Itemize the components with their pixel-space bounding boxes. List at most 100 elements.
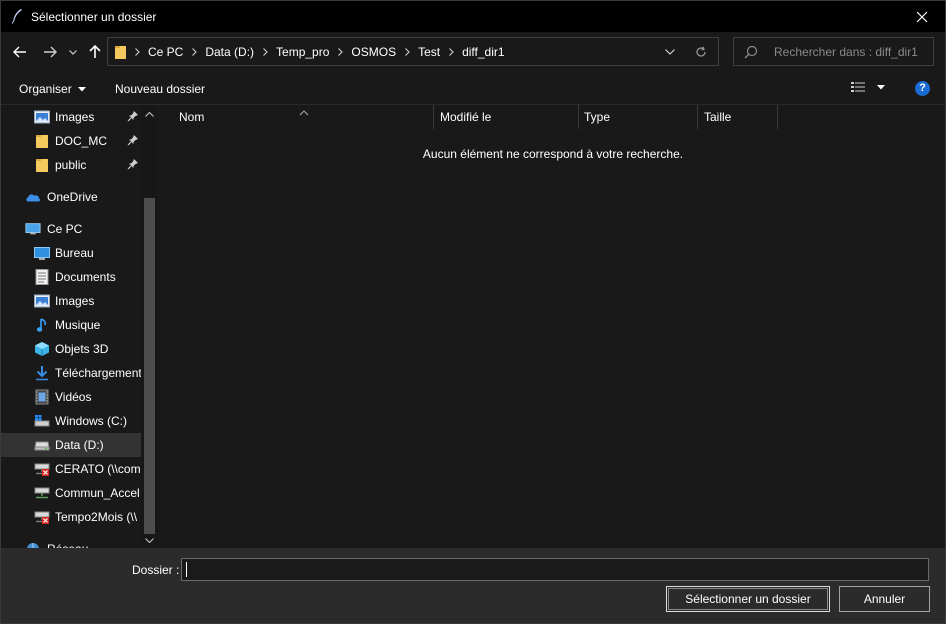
arrow-left-icon <box>13 46 26 58</box>
breadcrumb-item[interactable]: Ce PC <box>142 45 189 59</box>
back-button[interactable] <box>11 41 29 63</box>
change-view-button[interactable] <box>851 81 885 93</box>
forward-button[interactable] <box>41 41 59 63</box>
file-list: Nom Modifié le Type Taille Aucun élément… <box>161 105 945 548</box>
help-button[interactable]: ? <box>915 81 930 96</box>
column-header-modified[interactable]: Modifié le <box>440 105 576 129</box>
chevron-down-icon <box>145 537 154 543</box>
sidebar-item-label: Commun_Accel <box>55 486 140 500</box>
sidebar-item[interactable]: CERATO (\\comr <box>1 457 141 481</box>
breadcrumb: Ce PC Data (D:) Temp_pro OSMOS Test diff_dir1 <box>132 38 511 65</box>
column-divider[interactable] <box>697 105 698 129</box>
windows-drive-icon <box>34 413 50 429</box>
details-view-icon <box>851 82 865 92</box>
sidebar-item-label: Objets 3D <box>55 342 109 356</box>
sidebar-item[interactable]: Images <box>1 105 141 129</box>
sidebar-item[interactable]: Ce PC <box>1 217 141 241</box>
sidebar-item[interactable]: Réseau <box>1 537 141 548</box>
search-icon <box>744 45 758 59</box>
new-folder-button[interactable]: Nouveau dossier <box>115 82 205 96</box>
folder-icon <box>114 44 128 60</box>
column-divider[interactable] <box>777 105 778 129</box>
dialog-footer: Dossier : Sélectionner un dossier Annule… <box>1 548 945 623</box>
sidebar-item-label: Data (D:) <box>55 438 104 452</box>
breadcrumb-item[interactable]: Test <box>412 45 446 59</box>
sidebar-item[interactable]: Téléchargements <box>1 361 141 385</box>
caret-down-icon <box>877 84 885 89</box>
sidebar-item[interactable]: public <box>1 153 141 177</box>
breadcrumb-item[interactable]: Temp_pro <box>270 45 335 59</box>
pin-icon <box>127 134 139 149</box>
breadcrumb-item[interactable]: OSMOS <box>345 45 402 59</box>
sidebar-item-label: Tempo2Mois (\\ <box>55 510 138 524</box>
scroll-down-button[interactable] <box>141 533 158 547</box>
sidebar-item[interactable]: Documents <box>1 265 141 289</box>
sidebar-item[interactable]: Bureau <box>1 241 141 265</box>
breadcrumb-separator-icon[interactable] <box>335 47 345 56</box>
column-header-type[interactable]: Type <box>584 105 696 129</box>
breadcrumb-separator-icon[interactable] <box>446 47 456 56</box>
close-icon <box>916 11 928 22</box>
breadcrumb-item[interactable]: diff_dir1 <box>456 45 510 59</box>
close-button[interactable] <box>899 1 945 32</box>
address-bar[interactable]: Ce PC Data (D:) Temp_pro OSMOS Test diff_dir1 <box>107 37 719 66</box>
search-box[interactable]: Rechercher dans : diff_dir1 <box>733 37 934 66</box>
sidebar-item-label: Bureau <box>55 246 94 260</box>
sidebar-item[interactable]: DOC_MC <box>1 129 141 153</box>
chevron-down-icon <box>69 49 77 55</box>
sidebar-item[interactable]: Windows (C:) <box>1 409 141 433</box>
recent-locations-button[interactable] <box>67 41 79 63</box>
feather-app-icon <box>10 8 24 24</box>
sidebar-item-label: DOC_MC <box>55 134 108 148</box>
objects-3d-icon <box>34 341 50 357</box>
arrow-right-icon <box>44 46 57 58</box>
organize-menu-button[interactable]: Organiser <box>19 82 86 96</box>
pictures-icon <box>34 293 50 309</box>
sidebar-item[interactable]: Images <box>1 289 141 313</box>
breadcrumb-separator-icon[interactable] <box>189 47 199 56</box>
network-drive-disconnected-icon <box>34 461 50 477</box>
pin-icon <box>127 110 139 125</box>
up-button[interactable] <box>87 41 103 63</box>
documents-icon <box>34 269 50 285</box>
folder-picker-dialog: Sélectionner un dossier Ce PC Data (D:) Te… <box>0 0 946 624</box>
column-divider[interactable] <box>433 105 434 129</box>
folder-name-input[interactable] <box>181 558 929 581</box>
sidebar-item-label: Téléchargements <box>55 366 141 380</box>
caret-down-icon <box>77 86 86 91</box>
chevron-down-icon <box>665 48 675 55</box>
sidebar-item[interactable]: Objets 3D <box>1 337 141 361</box>
chevron-up-icon <box>145 111 154 117</box>
pictures-icon <box>34 109 50 125</box>
sidebar-item[interactable]: Vidéos <box>1 385 141 409</box>
onedrive-icon <box>25 189 41 205</box>
sidebar-item-label: Documents <box>55 270 116 284</box>
sidebar-item[interactable]: Tempo2Mois (\\ <box>1 505 141 529</box>
sidebar-item[interactable]: Data (D:) <box>1 433 141 457</box>
select-folder-button[interactable]: Sélectionner un dossier <box>666 586 830 612</box>
folder-icon <box>34 133 50 149</box>
sidebar-item[interactable]: Commun_Accel <box>1 481 141 505</box>
title-bar: Sélectionner un dossier <box>1 1 945 32</box>
breadcrumb-item[interactable]: Data (D:) <box>199 45 260 59</box>
address-history-button[interactable] <box>662 38 678 65</box>
column-header-size[interactable]: Taille <box>704 105 776 129</box>
breadcrumb-separator-icon[interactable] <box>132 47 142 56</box>
search-placeholder[interactable]: Rechercher dans : diff_dir1 <box>774 45 918 59</box>
network-drive-disconnected-icon <box>34 509 50 525</box>
scroll-up-button[interactable] <box>141 107 158 121</box>
cancel-button[interactable]: Annuler <box>839 586 930 612</box>
sidebar-item-label: Windows (C:) <box>55 414 128 428</box>
navigation-pane: Images DOC_MCpublic OneDrive Ce PC Bureau Doc… <box>1 105 159 548</box>
sidebar-item[interactable]: Musique <box>1 313 141 337</box>
sidebar-item-label: Images <box>55 294 95 308</box>
column-header-name[interactable]: Nom <box>179 105 431 129</box>
breadcrumb-separator-icon[interactable] <box>402 47 412 56</box>
sidebar-scroll-thumb[interactable] <box>144 198 155 534</box>
refresh-button[interactable] <box>688 38 714 65</box>
breadcrumb-separator-icon[interactable] <box>260 47 270 56</box>
sidebar-item[interactable]: OneDrive <box>1 185 141 209</box>
column-divider[interactable] <box>578 105 579 129</box>
downloads-icon <box>34 365 50 381</box>
videos-icon <box>34 389 50 405</box>
